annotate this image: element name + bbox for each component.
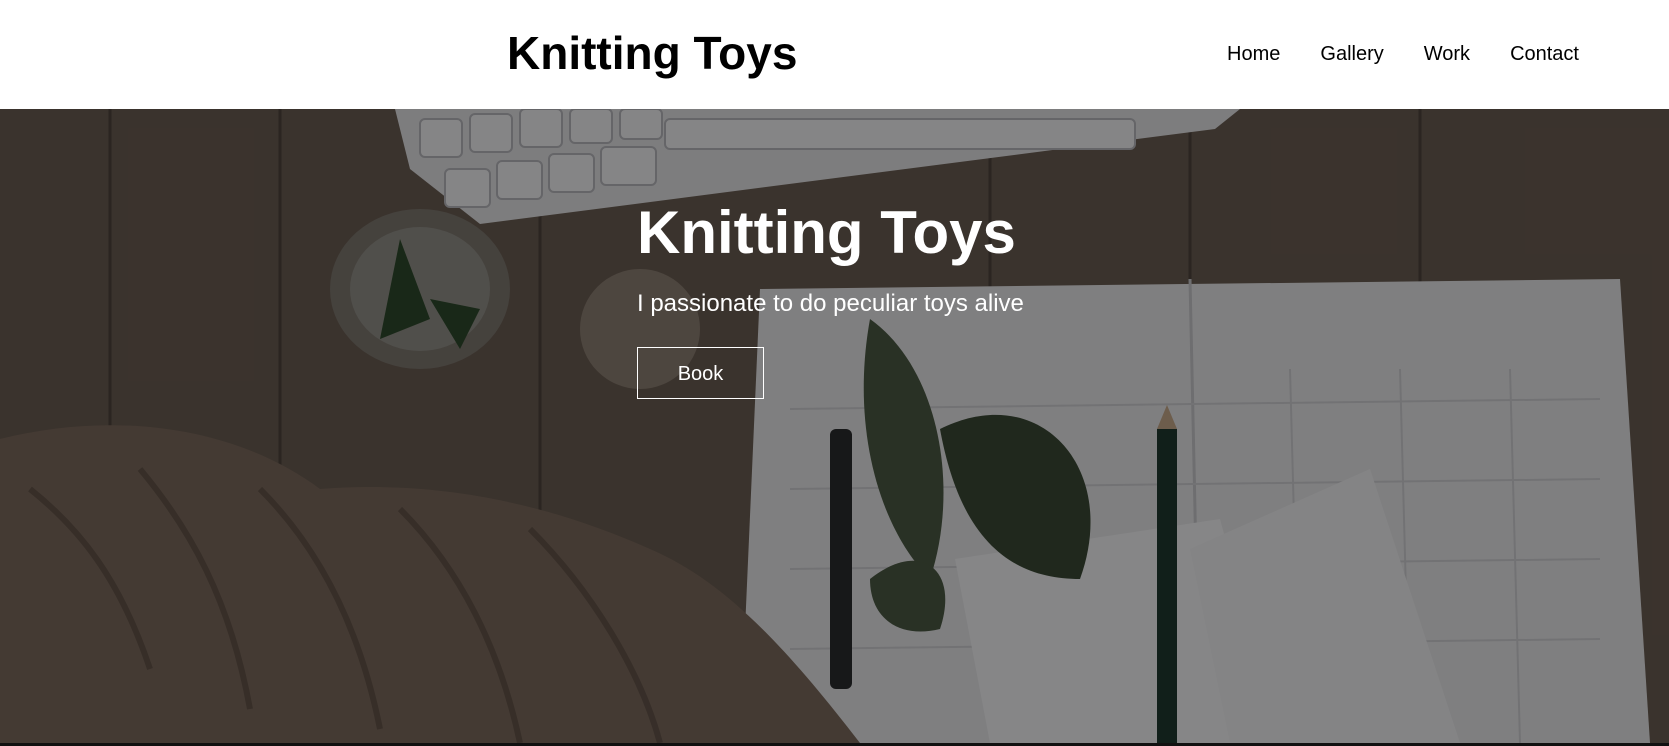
hero-title: Knitting Toys [637,199,1016,266]
nav-gallery-link[interactable]: Gallery [1320,40,1383,68]
hero-section: Knitting Toys I passionate to do peculia… [0,109,1669,743]
hero-subtitle: I passionate to do peculiar toys alive [637,290,1024,317]
nav-contact-link[interactable]: Contact [1510,40,1579,68]
main-nav: Home Gallery Work Contact [1227,40,1579,68]
book-button[interactable]: Book [637,347,764,399]
site-header: Knitting Toys Home Gallery Work Contact [0,0,1669,109]
hero-content: Knitting Toys I passionate to do peculia… [637,199,1024,399]
nav-home-link[interactable]: Home [1227,40,1280,68]
nav-work-link[interactable]: Work [1424,40,1470,68]
site-logo[interactable]: Knitting Toys [507,27,797,79]
